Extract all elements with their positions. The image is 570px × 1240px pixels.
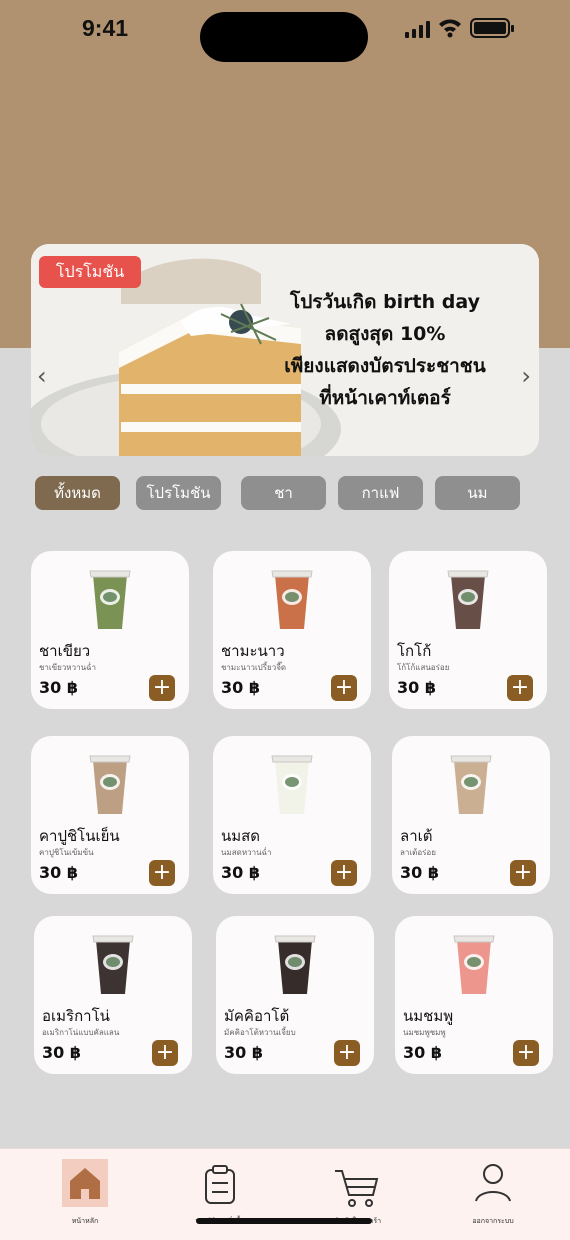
product-description: อเมริกาโน่แบบคัลแลน bbox=[42, 1028, 120, 1037]
filter-promotion[interactable]: โปรโมชัน bbox=[136, 476, 221, 510]
banner-line: โปรวันเกิด birth day bbox=[289, 291, 480, 313]
product-description: นมชมพูชมพู bbox=[403, 1028, 446, 1037]
status-time: 9:41 bbox=[82, 15, 129, 41]
filter-coffee[interactable]: กาแฟ bbox=[338, 476, 423, 510]
product-name: ลาเต้ bbox=[400, 827, 433, 845]
product-description: ชาเขียวหวานฉ่ำ bbox=[39, 663, 96, 672]
home-icon bbox=[70, 1168, 100, 1199]
drink-cup-image bbox=[450, 755, 492, 814]
drink-cup-image bbox=[271, 755, 313, 814]
product-name: โกโก้ bbox=[397, 642, 432, 660]
promo-tag: โปรโมชัน bbox=[39, 256, 141, 288]
add-to-cart-button[interactable]: + bbox=[334, 1040, 360, 1066]
drink-cup-image bbox=[92, 935, 134, 994]
product-name: คาปูชิโนเย็น bbox=[39, 827, 120, 845]
product-description: นมสดหวานฉ่ำ bbox=[221, 848, 272, 857]
filter-milk[interactable]: นม bbox=[435, 476, 520, 510]
filter-tea[interactable]: ชา bbox=[241, 476, 326, 510]
banner-text: โปรวันเกิด birth day ลดสูงสุด 10% เพียงแ… bbox=[265, 286, 505, 414]
product-price: 30 ฿ bbox=[42, 1043, 81, 1062]
promo-banner[interactable]: โปรโมชัน โปรวันเกิด birth day ลดสูงสุด 1… bbox=[31, 244, 539, 456]
product-price: 30 ฿ bbox=[397, 678, 436, 697]
add-to-cart-button[interactable]: + bbox=[331, 860, 357, 886]
product-card[interactable]: มัคคิอาโต้มัคคิอาโต้หวานเจี้ยบ 30 ฿ + bbox=[216, 916, 374, 1074]
product-price: 30 ฿ bbox=[400, 863, 439, 882]
product-description: ลาเต้อร่อย bbox=[400, 848, 436, 857]
add-to-cart-button[interactable]: + bbox=[507, 675, 533, 701]
product-name: อเมริกาโน่ bbox=[42, 1007, 110, 1025]
product-name: นมสด bbox=[221, 827, 261, 845]
product-card[interactable]: นมสดนมสดหวานฉ่ำ 30 ฿ + bbox=[213, 736, 371, 894]
nav-label: หน้าหลัก bbox=[71, 1217, 99, 1225]
filter-all[interactable]: ทั้งหมด bbox=[35, 476, 120, 510]
product-price: 30 ฿ bbox=[224, 1043, 263, 1062]
product-card[interactable]: อเมริกาโน่อเมริกาโน่แบบคัลแลน 30 ฿ + bbox=[34, 916, 192, 1074]
banner-line: ลดสูงสุด 10% bbox=[324, 323, 446, 345]
drink-cup-image bbox=[447, 570, 489, 629]
banner-line: เพียงแสดงบัตรประชาชน bbox=[284, 355, 486, 377]
product-card[interactable]: คาปูชิโนเย็นคาปูชิโนเข้มข้น 30 ฿ + bbox=[31, 736, 189, 894]
nav-home[interactable]: หน้าหลัก bbox=[25, 1159, 145, 1229]
status-icons bbox=[405, 18, 514, 38]
cart-icon bbox=[335, 1170, 379, 1207]
dynamic-island bbox=[200, 12, 368, 62]
product-card[interactable]: ลาเต้ลาเต้อร่อย 30 ฿ + bbox=[392, 736, 550, 894]
user-icon bbox=[475, 1164, 511, 1202]
product-price: 30 ฿ bbox=[39, 678, 78, 697]
drink-cup-image bbox=[453, 935, 495, 994]
home-indicator bbox=[196, 1218, 372, 1224]
wifi-icon bbox=[439, 19, 461, 38]
nav-label: ออกจากระบบ bbox=[472, 1217, 514, 1225]
drink-cup-image bbox=[89, 755, 131, 814]
product-price: 30 ฿ bbox=[221, 678, 260, 697]
nav-logout[interactable]: ออกจากระบบ bbox=[433, 1159, 553, 1229]
add-to-cart-button[interactable]: + bbox=[152, 1040, 178, 1066]
add-to-cart-button[interactable]: + bbox=[331, 675, 357, 701]
product-card[interactable]: นมชมพูนมชมพูชมพู 30 ฿ + bbox=[395, 916, 553, 1074]
product-card[interactable]: โกโก้โก้โก้แสนอร่อย 30 ฿ + bbox=[389, 551, 547, 709]
add-to-cart-button[interactable]: + bbox=[510, 860, 536, 886]
product-name: นมชมพู bbox=[403, 1007, 454, 1025]
bottom-navigation: หน้าหลัก ประวัติการสั่งซื้อ สินค้าในตะกร… bbox=[0, 1148, 570, 1240]
drink-cup-image bbox=[89, 570, 131, 629]
product-description: โก้โก้แสนอร่อย bbox=[397, 663, 450, 672]
clipboard-icon bbox=[205, 1165, 235, 1204]
drink-cup-image bbox=[274, 935, 316, 994]
product-description: คาปูชิโนเข้มข้น bbox=[39, 848, 94, 857]
product-price: 30 ฿ bbox=[39, 863, 78, 882]
add-to-cart-button[interactable]: + bbox=[513, 1040, 539, 1066]
cellular-signal-icon bbox=[405, 18, 430, 38]
add-to-cart-button[interactable]: + bbox=[149, 675, 175, 701]
chevron-left-icon[interactable]: ‹ bbox=[37, 362, 47, 390]
drink-cup-image bbox=[271, 570, 313, 629]
product-name: มัคคิอาโต้ bbox=[224, 1007, 290, 1025]
product-price: 30 ฿ bbox=[221, 863, 260, 882]
banner-line: ที่หน้าเคาท์เตอร์ bbox=[319, 387, 451, 409]
product-card[interactable]: ชาเขียวชาเขียวหวานฉ่ำ 30 ฿ + bbox=[31, 551, 189, 709]
battery-icon bbox=[470, 18, 514, 38]
product-description: ชามะนาวเปรี้ยวจี๊ด bbox=[221, 663, 287, 672]
product-name: ชามะนาว bbox=[221, 642, 285, 660]
add-to-cart-button[interactable]: + bbox=[149, 860, 175, 886]
product-name: ชาเขียว bbox=[39, 642, 91, 660]
product-description: มัคคิอาโต้หวานเจี้ยบ bbox=[224, 1028, 296, 1037]
chevron-right-icon[interactable]: › bbox=[521, 362, 531, 390]
product-price: 30 ฿ bbox=[403, 1043, 442, 1062]
product-card[interactable]: ชามะนาวชามะนาวเปรี้ยวจี๊ด 30 ฿ + bbox=[213, 551, 371, 709]
